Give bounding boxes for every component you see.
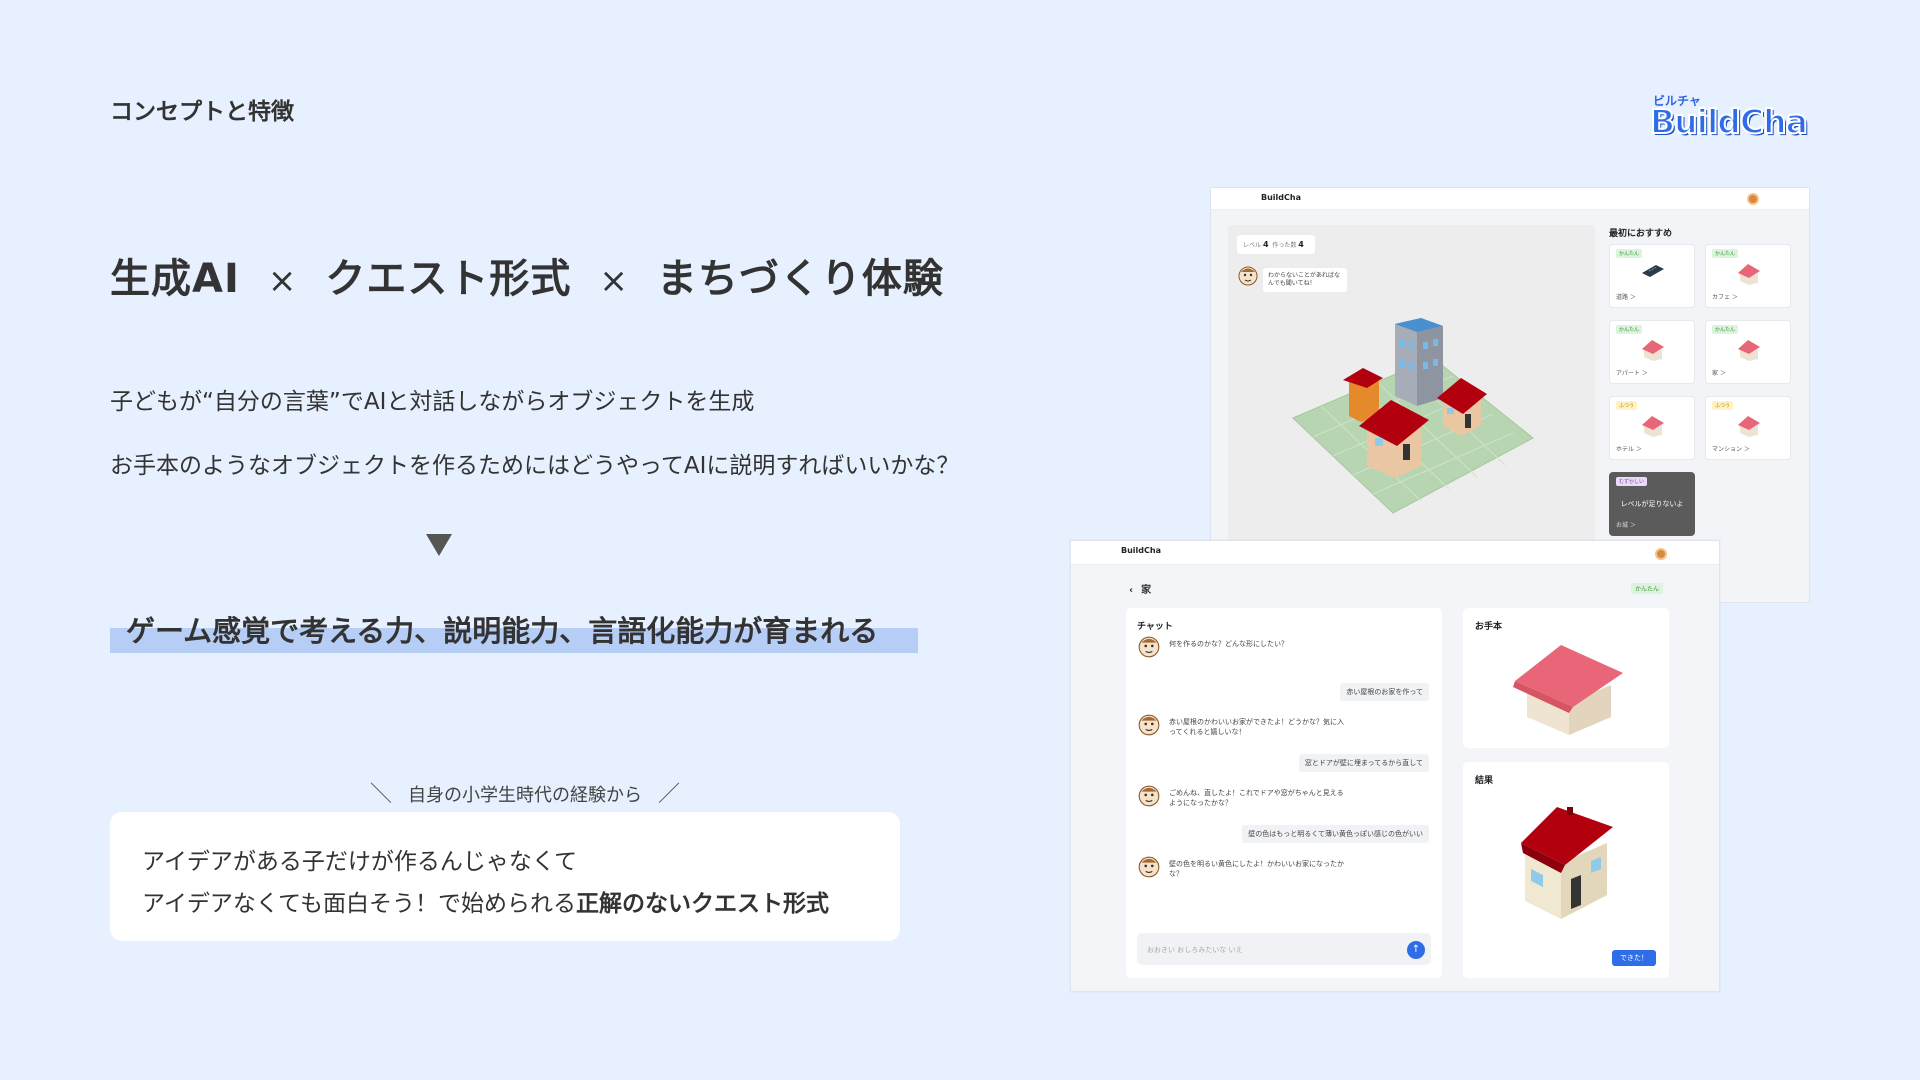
backslash-decoration: ＼ bbox=[370, 782, 393, 807]
headline-separator: × bbox=[267, 261, 298, 301]
quote-line-2: アイデアなくても面白そう！で始められる正解のないクエスト形式 bbox=[142, 884, 829, 918]
level-counter: レベル 4 作った数 4 bbox=[1237, 235, 1315, 254]
message-text: ごめんね、直したよ！これでドアや窓がちゃんと見えるようになったかな？ bbox=[1169, 789, 1344, 807]
user-message: 壁の色はもっと明るくて薄い黄色っぽい感じの色がいい bbox=[1242, 825, 1429, 843]
card-label: アパート ＞ bbox=[1616, 370, 1648, 377]
down-triangle-icon bbox=[426, 534, 452, 556]
helper-character-icon bbox=[1138, 785, 1160, 807]
slash-decoration: ／ bbox=[658, 782, 681, 807]
chevron-left-icon: ‹ bbox=[1129, 585, 1134, 596]
back-button[interactable]: ‹ 家 bbox=[1129, 581, 1151, 596]
difficulty-badge: かんたん bbox=[1616, 249, 1643, 258]
helper-character-icon[interactable] bbox=[1237, 265, 1259, 287]
card-label: 家 ＞ bbox=[1712, 370, 1726, 377]
quote-line-1: アイデアがある子だけが作るんじゃなくて bbox=[142, 849, 578, 875]
result-house-image bbox=[1521, 807, 1613, 919]
difficulty-badge: ふつう bbox=[1616, 401, 1638, 410]
made-count-value: 4 bbox=[1298, 240, 1304, 249]
app-brand[interactable]: BuildCha bbox=[1121, 546, 1161, 555]
headline-part-quest: クエスト形式 bbox=[325, 256, 572, 302]
pink-house-icon bbox=[1738, 264, 1760, 285]
quest-card-hotel[interactable]: ふつう ホテル ＞ bbox=[1609, 396, 1695, 460]
helper-character-icon bbox=[1138, 856, 1160, 878]
sub-caption: ＼ 自身の小学生時代の経験から ／ bbox=[354, 776, 696, 808]
message-text: 赤い屋根のかわいいお家ができたよ！どうかな？気に入ってくれると嬉しいな！ bbox=[1169, 718, 1344, 736]
quest-card-house[interactable]: かんたん 家 ＞ bbox=[1705, 320, 1791, 384]
quest-card-road[interactable]: かんたん 道路 ＞ bbox=[1609, 244, 1695, 308]
headline-part-town: まちづくり体験 bbox=[656, 256, 944, 302]
page-title: 家 bbox=[1141, 585, 1152, 596]
user-message: 窓とドアが壁に埋まってるから直して bbox=[1298, 754, 1429, 772]
headline-separator: × bbox=[599, 261, 629, 301]
level-value: 4 bbox=[1262, 240, 1269, 249]
pink-house-icon bbox=[1738, 340, 1760, 361]
card-label: マンション ＞ bbox=[1712, 446, 1750, 453]
card-label: カフェ ＞ bbox=[1712, 294, 1738, 301]
section-title: コンセプトと特徴 bbox=[110, 99, 294, 125]
send-button[interactable]: ↑ bbox=[1407, 941, 1425, 959]
card-label: 道路 ＞ bbox=[1616, 294, 1636, 301]
locked-message: レベルが足りないよ bbox=[1620, 500, 1684, 508]
town-scene bbox=[1292, 318, 1534, 514]
sub-caption-text: 自身の小学生時代の経験から bbox=[408, 785, 643, 806]
pink-house-icon bbox=[1642, 340, 1664, 361]
difficulty-badge: ふつう bbox=[1712, 401, 1734, 410]
made-count-label: 作った数 bbox=[1272, 242, 1297, 249]
pink-house-icon bbox=[1738, 416, 1760, 437]
pink-house-icon bbox=[1642, 416, 1664, 437]
avatar[interactable] bbox=[1747, 193, 1759, 205]
quote-line-2-bold: 正解のないクエスト形式 bbox=[576, 891, 830, 917]
card-label: ホテル ＞ bbox=[1616, 446, 1642, 453]
description-line-1: 子どもが“自分の言葉”でAIと対話しながらオブジェクトを生成 bbox=[110, 389, 755, 415]
quote-line-2-plain: アイデアなくても面白そう！で始められる bbox=[142, 891, 577, 917]
quote-card bbox=[110, 812, 900, 941]
helper-character-icon bbox=[1138, 636, 1160, 658]
app-brand[interactable]: BuildCha bbox=[1261, 193, 1301, 202]
app-header: BuildCha bbox=[1211, 188, 1809, 210]
buildcha-logo: BuildCha bbox=[1649, 101, 1809, 142]
difficulty-badge: かんたん bbox=[1712, 325, 1739, 334]
done-button[interactable]: できた！ bbox=[1612, 950, 1656, 966]
difficulty-badge: むずかしい bbox=[1616, 477, 1648, 486]
sample-title: お手本 bbox=[1475, 622, 1503, 632]
chat-input-placeholder: おおきい おしろみたいな いえ bbox=[1147, 946, 1243, 954]
message-text: 壁の色を明るい黄色にしたよ！かわいいお家になったかな？ bbox=[1169, 860, 1344, 878]
quest-card-cafe[interactable]: かんたん カフェ ＞ bbox=[1705, 244, 1791, 308]
difficulty-badge: かんたん bbox=[1712, 249, 1739, 258]
ai-message: 赤い屋根のかわいいお家ができたよ！どうかな？気に入ってくれると嬉しいな！ bbox=[1137, 713, 1349, 737]
avatar[interactable] bbox=[1655, 548, 1667, 560]
sample-house-image bbox=[1513, 645, 1623, 735]
ai-message: 何を作るのかな？どんな形にしたい？ bbox=[1137, 635, 1349, 659]
highlight-statement: ゲーム感覚で考える力、説明能力、言語化能力が育まれる bbox=[126, 614, 879, 648]
user-message: 赤い屋根のお家を作って bbox=[1340, 683, 1429, 701]
quest-card-castle-locked[interactable]: むずかしい レベルが足りないよ お城 ＞ bbox=[1609, 472, 1695, 536]
ai-message: ごめんね、直したよ！これでドアや窓がちゃんと見えるようになったかな？ bbox=[1137, 784, 1349, 808]
app-header: BuildCha bbox=[1071, 541, 1719, 565]
recommend-title: 最初におすすめ bbox=[1609, 229, 1673, 239]
screenshot-chat-view: BuildCha ‹ 家 かんたん チャット 何を作るのかな？どんな形にしたい？ … bbox=[1070, 540, 1720, 992]
helper-character-icon bbox=[1138, 714, 1160, 736]
difficulty-badge: かんたん bbox=[1630, 583, 1663, 594]
result-title: 結果 bbox=[1475, 776, 1494, 786]
headline: 生成AI × クエスト形式 × まちづくり体験 bbox=[110, 246, 944, 304]
ai-message: 壁の色を明るい黄色にしたよ！かわいいお家になったかな？ bbox=[1137, 855, 1349, 879]
description-line-2: お手本のようなオブジェクトを作るためにはどうやってAIに説明すればいいかな？ bbox=[110, 453, 960, 479]
headline-part-ai: 生成AI bbox=[110, 256, 240, 302]
message-text: 何を作るのかな？どんな形にしたい？ bbox=[1169, 640, 1288, 648]
level-label: レベル bbox=[1243, 242, 1262, 249]
road-thumbnail-icon bbox=[1642, 265, 1664, 277]
difficulty-badge: かんたん bbox=[1616, 325, 1643, 334]
card-label: お城 ＞ bbox=[1616, 522, 1636, 529]
quest-card-mansion[interactable]: ふつう マンション ＞ bbox=[1705, 396, 1791, 460]
quest-card-apartment[interactable]: かんたん アパート ＞ bbox=[1609, 320, 1695, 384]
chat-title: チャット bbox=[1137, 622, 1173, 632]
